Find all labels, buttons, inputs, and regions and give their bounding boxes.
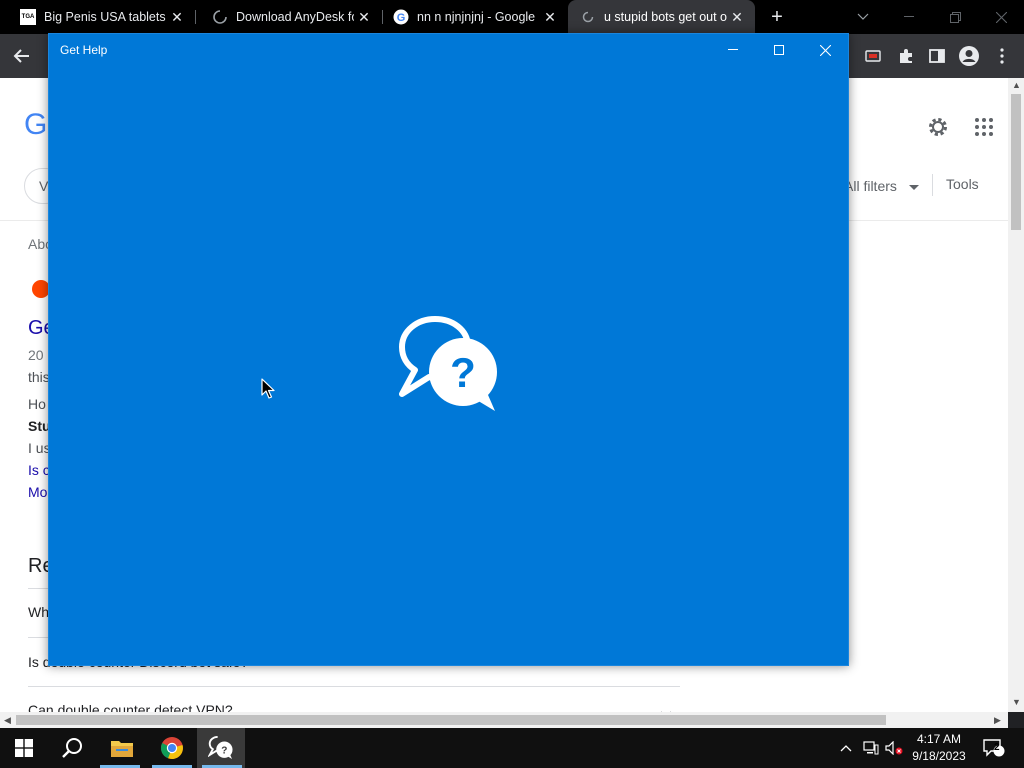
svg-text:G: G — [397, 12, 406, 24]
paa-question[interactable]: Wh — [28, 604, 49, 620]
paa-question[interactable]: Can double counter detect VPN? — [28, 702, 233, 712]
result-snippet: this — [28, 369, 50, 385]
tab-google-search[interactable]: G nn n njnjnjnj - Google ✕ — [373, 0, 568, 34]
get-help-minimize-button[interactable] — [710, 34, 756, 66]
clock-time: 4:17 AM — [916, 732, 962, 746]
network-icon[interactable] — [862, 739, 880, 757]
tab-close-icon[interactable]: ✕ — [540, 7, 560, 27]
result-faq-item[interactable]: Is c — [28, 462, 50, 478]
file-explorer-icon[interactable] — [98, 728, 146, 768]
tab-big-penis-usa[interactable]: TGA Big Penis USA tablets | ✕ — [0, 0, 195, 34]
result-date: 20 — [28, 347, 44, 363]
tab-active[interactable]: u stupid bots get out o ✕ — [568, 0, 755, 34]
volume-muted-icon[interactable] — [884, 739, 904, 757]
chrome-icon[interactable] — [148, 728, 196, 768]
browser-restore-button[interactable] — [932, 0, 978, 34]
filters-divider — [932, 174, 933, 196]
new-tab-button[interactable]: + — [767, 7, 787, 27]
scroll-down-arrow-icon[interactable]: ▼ — [1012, 697, 1021, 707]
tab-download-anydesk[interactable]: Download AnyDesk for ✕ — [192, 0, 382, 34]
all-filters-button[interactable]: All filters — [844, 178, 919, 194]
svg-text:?: ? — [221, 745, 227, 756]
start-icon[interactable] — [0, 728, 48, 768]
get-help-window: Get Help ? — [48, 33, 849, 666]
browser-menu-icon[interactable] — [991, 45, 1013, 67]
notification-count-badge: 2 — [994, 742, 1000, 753]
loading-spinner-icon — [580, 9, 596, 25]
scroll-left-arrow-icon[interactable]: ◀ — [4, 715, 11, 726]
clock-date: 9/18/2023 — [912, 749, 966, 763]
vertical-scroll-thumb[interactable] — [1011, 94, 1021, 230]
tab-close-icon[interactable]: ✕ — [167, 7, 187, 27]
paa-divider — [28, 686, 680, 687]
system-clock[interactable]: 4:17 AM 9/18/2023 — [906, 731, 972, 765]
tab-close-icon[interactable]: ✕ — [354, 7, 374, 27]
google-apps-icon[interactable] — [974, 117, 994, 137]
get-help-title: Get Help — [60, 43, 108, 57]
extensions-puzzle-icon[interactable] — [895, 45, 917, 67]
browser-minimize-button[interactable] — [886, 0, 932, 34]
side-panel-icon[interactable] — [926, 45, 948, 67]
tab-search-icon[interactable] — [840, 0, 886, 34]
desktop-screen: TGA Big Penis USA tablets | ✕ Download A… — [0, 0, 1024, 768]
tab-title: u stupid bots get out o — [604, 10, 727, 24]
action-center-icon[interactable]: 2 — [982, 739, 1006, 757]
horizontal-scroll-thumb[interactable] — [16, 715, 886, 725]
scroll-right-arrow-icon[interactable]: ▶ — [994, 715, 1001, 726]
settings-gear-icon[interactable] — [926, 115, 950, 139]
get-help-icon[interactable]: ? — [197, 728, 245, 768]
scroll-up-arrow-icon[interactable]: ▲ — [1012, 80, 1021, 90]
browser-close-button[interactable] — [978, 0, 1024, 34]
tab-title: Download AnyDesk for — [236, 10, 354, 24]
result-more-link[interactable]: Mo — [28, 484, 47, 500]
google-logo[interactable]: G — [24, 108, 47, 142]
tab-close-icon[interactable]: ✕ — [727, 7, 747, 27]
profile-avatar-icon[interactable] — [958, 45, 980, 67]
mouse-cursor-icon — [261, 378, 275, 400]
tab-title: nn n njnjnjnj - Google — [417, 10, 536, 24]
show-hidden-icons-chevron-icon[interactable] — [838, 739, 854, 757]
tab-title: Big Penis USA tablets | — [44, 10, 167, 24]
svg-text:?: ? — [450, 349, 476, 396]
get-help-close-button[interactable] — [802, 34, 848, 66]
tools-button[interactable]: Tools — [946, 176, 979, 192]
get-help-maximize-button[interactable] — [756, 34, 802, 66]
result-faq-item[interactable]: Ho — [28, 396, 46, 412]
search-icon[interactable] — [48, 728, 96, 768]
loading-spinner-icon — [212, 9, 228, 25]
get-help-chat-question-icon: ? — [399, 315, 499, 415]
google-g-icon: G — [393, 9, 409, 25]
extension-pdf-icon[interactable] — [862, 45, 884, 67]
back-arrow-icon[interactable] — [10, 45, 32, 67]
tga-favicon-icon: TGA — [20, 9, 36, 25]
